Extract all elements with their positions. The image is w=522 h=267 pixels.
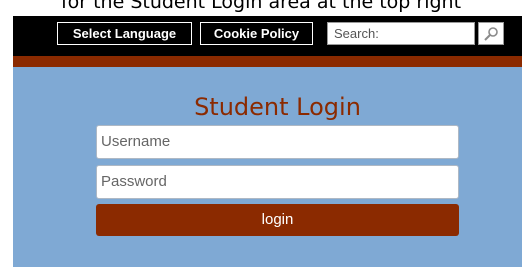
search-button[interactable] <box>478 22 504 45</box>
page: for the Student Login area at the top ri… <box>0 0 522 267</box>
caption-text: for the Student Login area at the top ri… <box>60 0 462 13</box>
login-title: Student Login <box>194 93 361 121</box>
accent-strip <box>13 56 522 67</box>
select-language-button[interactable]: Select Language <box>57 22 192 45</box>
cookie-policy-button[interactable]: Cookie Policy <box>200 22 313 45</box>
username-field[interactable]: Username <box>96 125 459 159</box>
search-input[interactable]: Search: <box>327 22 475 45</box>
login-button[interactable]: login <box>96 204 459 236</box>
password-field[interactable]: Password <box>96 165 459 199</box>
